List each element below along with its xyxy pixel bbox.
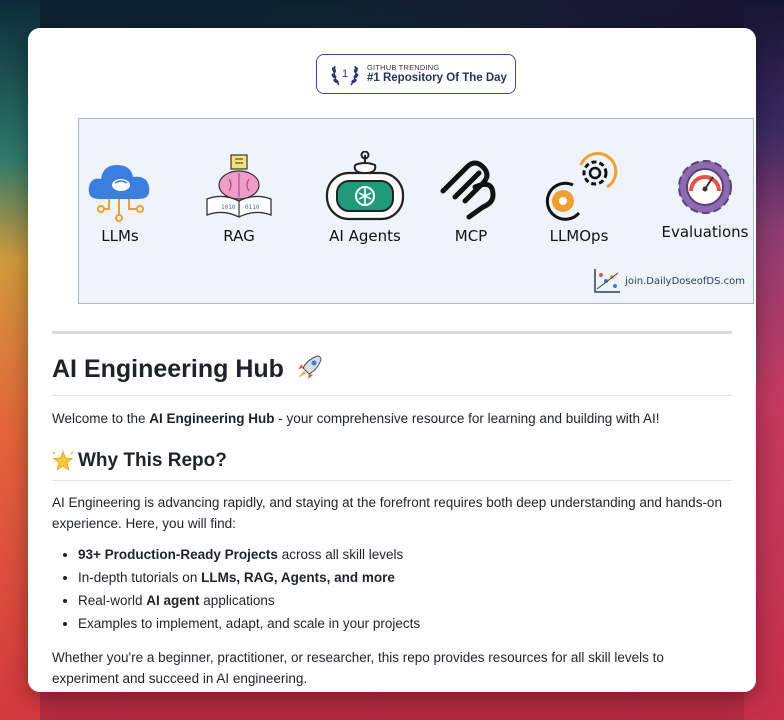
list-item: In-depth tutorials on LLMs, RAG, Agents,… xyxy=(78,567,728,588)
list-item-text: across all skill levels xyxy=(277,547,404,562)
feature-label: AI Agents xyxy=(329,227,401,245)
welcome-bold: AI Engineering Hub xyxy=(149,411,275,426)
list-item-bold: AI agent xyxy=(146,593,200,608)
badge-title: #1 Repository Of The Day xyxy=(367,71,507,84)
cloud-chip-icon xyxy=(88,165,150,222)
github-trending-badge[interactable]: 1 GITHUB TRENDING #1 Repository Of The D… xyxy=(316,54,516,94)
gauge-gear-icon xyxy=(678,160,732,214)
mcp-logo-icon xyxy=(440,160,496,220)
list-item: Real-world AI agent applications xyxy=(78,590,728,611)
feature-ai-agents: AI Agents xyxy=(315,151,415,245)
feature-llmops: LLMOps xyxy=(539,147,619,245)
glowing-star-icon xyxy=(52,450,74,471)
welcome-text: Welcome to the AI Engineering Hub - your… xyxy=(52,408,732,429)
svg-text:1010: 1010 xyxy=(221,204,236,211)
list-item-bold: LLMs, RAG, Agents, and more xyxy=(201,570,395,585)
topics-banner: LLMs 1010 0110 RAG AI Agents MCP LLMOps … xyxy=(78,118,754,304)
why-heading-text: Why This Repo? xyxy=(78,450,227,471)
list-item-text: Real-world xyxy=(78,593,147,608)
feature-evaluations: Evaluations xyxy=(657,155,753,241)
laurel-icon: 1 xyxy=(331,65,359,86)
site-url[interactable]: join.DailyDoseofDS.com xyxy=(625,276,745,287)
feature-label: LLMOps xyxy=(549,227,609,245)
badge-caption: GITHUB TRENDING xyxy=(367,62,440,72)
closing-text: Whether you're a beginner, practitioner,… xyxy=(52,650,664,686)
feature-mcp: MCP xyxy=(435,157,507,245)
list-item: Examples to implement, adapt, and scale … xyxy=(78,613,728,634)
feature-label: MCP xyxy=(454,227,488,245)
page-title-text: AI Engineering Hub xyxy=(52,355,284,383)
list-item-text: In-depth tutorials on xyxy=(78,570,202,585)
page-title: AI Engineering Hub xyxy=(52,354,323,384)
why-heading: Why This Repo? xyxy=(52,450,227,472)
feature-list: 93+ Production-Ready Projects across all… xyxy=(52,544,728,636)
list-item-text: Examples to implement, adapt, and scale … xyxy=(78,616,421,631)
title-underline xyxy=(52,395,732,396)
site-watermark: join.DailyDoseofDS.com xyxy=(592,267,745,295)
robot-icon xyxy=(325,151,405,221)
list-item-text: applications xyxy=(199,593,275,608)
readme-card: 1 GITHUB TRENDING #1 Repository Of The D… xyxy=(28,28,756,692)
brain-book-icon: 1010 0110 xyxy=(206,154,272,218)
scatter-plot-icon xyxy=(594,269,621,293)
svg-text:0110: 0110 xyxy=(245,204,260,211)
feature-label: LLMs xyxy=(101,227,139,245)
gears-icon xyxy=(545,152,618,221)
feature-label: Evaluations xyxy=(661,223,749,241)
badge-rank: 1 xyxy=(342,68,348,80)
intro-text: AI Engineering is advancing rapidly, and… xyxy=(52,495,722,531)
welcome-pre: Welcome to the xyxy=(52,411,150,426)
feature-rag: 1010 0110 RAG xyxy=(199,149,279,245)
feature-llms: LLMs xyxy=(85,157,155,245)
heading-underline xyxy=(52,480,732,481)
section-divider xyxy=(52,331,732,334)
rocket-icon xyxy=(297,355,322,379)
list-item-bold: 93+ Production-Ready Projects xyxy=(78,547,278,562)
list-item: 93+ Production-Ready Projects across all… xyxy=(78,544,728,565)
feature-label: RAG xyxy=(223,227,255,245)
welcome-post: - your comprehensive resource for learni… xyxy=(274,411,660,426)
